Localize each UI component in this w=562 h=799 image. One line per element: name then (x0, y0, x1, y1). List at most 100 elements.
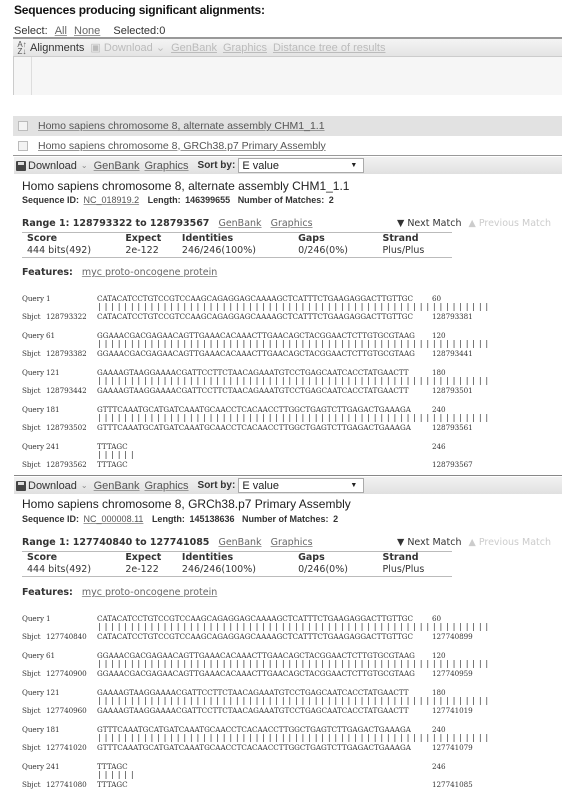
match-bars: ||||||||||||||||||||||||||||||||||||||||… (97, 622, 491, 631)
sort-az-icon: A↑ Z↓ (17, 39, 27, 56)
previous-match-link: ▲ Previous Match (468, 218, 551, 229)
range-genbank-link[interactable]: GenBank (218, 218, 261, 229)
chevron-down-icon[interactable]: ⌄ (81, 161, 88, 170)
identities-header: Identities (181, 233, 234, 244)
sort-by-select[interactable]: E value ▼ (238, 158, 365, 173)
download-button[interactable]: Download (28, 160, 77, 172)
sbjct-end: 127740959 (432, 669, 473, 678)
feature-link[interactable]: myc proto-oncogene protein (82, 267, 217, 278)
range-graphics-link[interactable]: Graphics (271, 537, 313, 548)
sequence-id-link[interactable]: NC_018919.2 (84, 195, 140, 205)
query-sequence: TTTAGC (97, 762, 128, 771)
descriptions-spacer (13, 95, 562, 116)
stats-value-row: 444 bits(492) 2e-122 246/246(100%) 0/246… (22, 564, 452, 576)
sbjct-label: Sbjct (22, 312, 41, 321)
match-line: ||||||||||||||||||||||||||||||||||||||||… (22, 413, 491, 423)
download-button[interactable]: Download (28, 480, 77, 492)
features-row: Features: myc proto-oncogene protein (22, 587, 217, 598)
sort-by-select[interactable]: E value ▼ (238, 478, 365, 493)
graphics-link[interactable]: Graphics (145, 160, 189, 172)
sbjct-line: Sbjct 128793322 CATACATCCTGTCCGTCCAAGCAGAG… (22, 312, 473, 321)
sbjct-sequence: GTTTCAAATGCATGATCAAATGCAACCTCACAACCTTGGC… (97, 423, 411, 432)
chevron-down-icon[interactable]: ⌄ (81, 481, 88, 490)
genbank-link[interactable]: GenBank (94, 160, 140, 172)
select-none-link[interactable]: None (74, 25, 100, 37)
sbjct-start: 127741080 (46, 780, 87, 789)
select-all-link[interactable]: All (55, 25, 67, 37)
match-bars: ||||||||||||||||||||||||||||||||||||||||… (97, 696, 491, 705)
features-label: Features: (22, 267, 73, 278)
hit-title: Homo sapiens chromosome 8, GRCh38.p7 Pri… (22, 497, 351, 511)
query-line: Query 241 TTTAGC 246 (22, 442, 473, 451)
match-line: ||||||||||||||||||||||||||||||||||||||||… (22, 622, 491, 632)
range-graphics-link[interactable]: Graphics (271, 218, 313, 229)
sbjct-sequence: CATACATCCTGTCCGTCCAAGCAGAGGAGCAAAAGCTCAT… (97, 312, 413, 321)
next-match-link[interactable]: ▼ Next Match (397, 537, 461, 548)
row-checkbox[interactable] (18, 140, 28, 151)
select-label: Select: (14, 25, 48, 37)
sbjct-end: 128793567 (432, 460, 473, 469)
stats-header-row: Score Expect Identities Gaps Strand (22, 233, 452, 245)
descriptions-table-header (13, 57, 562, 95)
genbank-disabled-link: GenBank (171, 41, 217, 54)
expect-value: 2e-122 (125, 245, 159, 256)
sbjct-end: 127741079 (432, 743, 473, 752)
strand-header: Strand (382, 552, 419, 563)
query-start: 1 (46, 614, 51, 623)
genbank-link[interactable]: GenBank (94, 480, 140, 492)
range-text: Range 1: 127740840 to 127741085 (22, 537, 210, 548)
strand-value: Plus/Plus (382, 564, 425, 575)
feature-link[interactable]: myc proto-oncogene protein (82, 587, 217, 598)
query-end: 246 (432, 762, 446, 771)
distance-tree-disabled-link: Distance tree of results (272, 41, 386, 54)
query-line: Query 241 TTTAGC 246 (22, 762, 473, 771)
graphics-link[interactable]: Graphics (145, 480, 189, 492)
match-navigation: ▼ Next Match ▲ Previous Match (397, 218, 551, 229)
features-label: Features: (22, 587, 73, 598)
query-label: Query (22, 368, 45, 377)
description-title-link[interactable]: Homo sapiens chromosome 8, GRCh38.p7 Pri… (38, 140, 326, 152)
previous-match-link: ▲ Previous Match (468, 537, 551, 548)
score-value: 444 bits(492) (27, 245, 92, 256)
next-match-link[interactable]: ▼ Next Match (397, 218, 461, 229)
match-line: |||||| (22, 771, 473, 780)
dropdown-arrow-icon: ▼ (350, 482, 358, 489)
hit-meta: Sequence ID: NC_018919.2 Length: 1463996… (22, 195, 334, 205)
match-line: ||||||||||||||||||||||||||||||||||||||||… (22, 696, 491, 706)
sequence-id-link[interactable]: NC_000008.11 (84, 514, 144, 524)
description-title-link[interactable]: Homo sapiens chromosome 8, alternate ass… (38, 120, 325, 132)
gaps-value: 0/246(0%) (298, 245, 348, 256)
match-bars: ||||||||||||||||||||||||||||||||||||||||… (97, 733, 491, 742)
alignment-stats: Score Expect Identities Gaps Strand 444 … (22, 232, 452, 258)
alignments-button[interactable]: Alignments (30, 42, 84, 54)
row-checkbox[interactable] (18, 121, 28, 131)
match-navigation: ▼ Next Match ▲ Previous Match (397, 537, 551, 548)
matches-label: Number of Matches: (237, 195, 325, 205)
description-row[interactable]: Homo sapiens chromosome 8, alternate ass… (13, 116, 562, 136)
save-disk-icon (16, 480, 26, 491)
gaps-header: Gaps (298, 552, 325, 563)
query-start: 181 (46, 725, 60, 734)
alignment-toolbar: Download ⌄ GenBank Graphics Sort by: E v… (14, 157, 562, 174)
sequence-alignment: Query 1 CATACATCCTGTCCGTCCAAGCAGAGGAGCAAAA… (22, 614, 491, 799)
query-label: Query (22, 405, 45, 414)
score-header: Score (27, 552, 58, 563)
sbjct-end: 128793561 (432, 423, 473, 432)
query-end: 246 (432, 442, 446, 451)
sequence-id-label: Sequence ID: (22, 514, 80, 524)
expect-header: Expect (125, 552, 162, 563)
range-genbank-link[interactable]: GenBank (218, 537, 261, 548)
identities-value: 246/246(100%) (181, 245, 256, 256)
match-bars: |||||| (97, 770, 137, 779)
match-bars: ||||||||||||||||||||||||||||||||||||||||… (97, 413, 491, 422)
description-row[interactable]: Homo sapiens chromosome 8, GRCh38.p7 Pri… (13, 136, 562, 156)
